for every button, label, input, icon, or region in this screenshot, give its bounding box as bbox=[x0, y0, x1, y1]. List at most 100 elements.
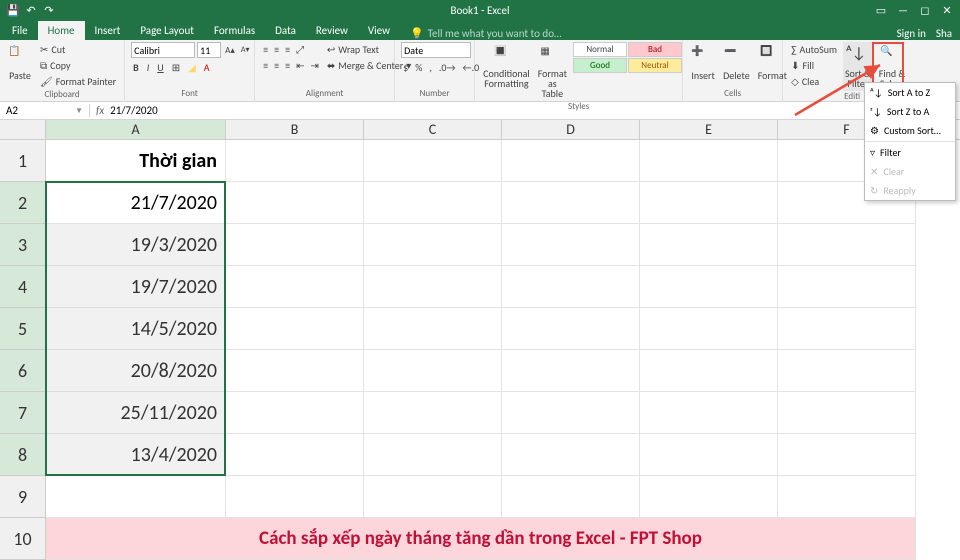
increase-font-icon[interactable]: A▴ bbox=[223, 42, 237, 58]
cell-a1-header[interactable]: Thời gian bbox=[46, 140, 226, 182]
cell[interactable] bbox=[502, 140, 640, 182]
orientation-icon[interactable]: ⤢ bbox=[294, 42, 306, 57]
cell[interactable] bbox=[778, 224, 916, 266]
cell[interactable] bbox=[226, 476, 364, 518]
cell[interactable] bbox=[364, 476, 502, 518]
font-color-button[interactable]: A bbox=[202, 60, 212, 75]
tab-formulas[interactable]: Formulas bbox=[204, 21, 265, 40]
cell[interactable] bbox=[778, 392, 916, 434]
share-button[interactable]: Sha bbox=[936, 27, 952, 40]
cell[interactable] bbox=[640, 224, 778, 266]
percent-icon[interactable]: % bbox=[413, 60, 424, 75]
cell[interactable] bbox=[364, 182, 502, 224]
cell[interactable] bbox=[502, 392, 640, 434]
col-header-E[interactable]: E bbox=[640, 120, 778, 139]
cell[interactable] bbox=[364, 266, 502, 308]
clear-button[interactable]: ◇Clea bbox=[789, 74, 839, 89]
row-header-5[interactable]: 5 bbox=[0, 308, 45, 350]
decrease-font-icon[interactable]: A▾ bbox=[239, 42, 252, 58]
tab-page-layout[interactable]: Page Layout bbox=[130, 21, 204, 40]
copy-button[interactable]: ⧉Copy bbox=[38, 58, 118, 73]
cell[interactable] bbox=[226, 224, 364, 266]
sign-in[interactable]: Sign in bbox=[897, 27, 926, 40]
tab-file[interactable]: File bbox=[2, 21, 38, 40]
redo-icon[interactable]: ↷ bbox=[42, 3, 56, 17]
cell[interactable] bbox=[502, 308, 640, 350]
increase-decimal-icon[interactable]: .0→ bbox=[437, 60, 458, 75]
cell[interactable] bbox=[226, 308, 364, 350]
cell[interactable] bbox=[640, 140, 778, 182]
delete-cells-button[interactable]: ➖Delete bbox=[721, 42, 752, 84]
save-icon[interactable]: 💾 bbox=[6, 3, 20, 17]
cell[interactable] bbox=[226, 350, 364, 392]
col-header-C[interactable]: C bbox=[364, 120, 502, 139]
ribbon-options-icon[interactable]: ▭ bbox=[874, 3, 888, 17]
name-box[interactable]: A2 ▼ bbox=[0, 104, 90, 117]
insert-cells-button[interactable]: ➕Insert bbox=[689, 42, 717, 84]
undo-icon[interactable]: ↶ bbox=[24, 3, 38, 17]
align-bottom-icon[interactable]: ≡ bbox=[283, 42, 292, 57]
bold-button[interactable]: B bbox=[131, 60, 141, 75]
cell[interactable] bbox=[226, 266, 364, 308]
cell[interactable] bbox=[640, 350, 778, 392]
cell[interactable] bbox=[778, 434, 916, 476]
col-header-D[interactable]: D bbox=[502, 120, 640, 139]
cell[interactable] bbox=[364, 308, 502, 350]
cell[interactable] bbox=[364, 350, 502, 392]
format-painter-button[interactable]: 🖌Format Painter bbox=[38, 74, 118, 89]
align-center-icon[interactable]: ≡ bbox=[272, 58, 281, 73]
paste-button[interactable]: 📋 Paste bbox=[6, 42, 34, 84]
align-top-icon[interactable]: ≡ bbox=[261, 42, 270, 57]
italic-button[interactable]: I bbox=[145, 60, 152, 75]
align-right-icon[interactable]: ≡ bbox=[283, 58, 292, 73]
tab-data[interactable]: Data bbox=[265, 21, 306, 40]
conditional-formatting-button[interactable]: 🔳 Conditional Formatting bbox=[481, 42, 532, 91]
cell[interactable] bbox=[778, 350, 916, 392]
cell[interactable] bbox=[640, 308, 778, 350]
custom-sort[interactable]: ⚙Custom Sort… bbox=[865, 121, 955, 140]
indent-decrease-icon[interactable]: ⇤ bbox=[294, 58, 306, 73]
row-header-6[interactable]: 6 bbox=[0, 350, 45, 392]
cell[interactable] bbox=[226, 182, 364, 224]
maximize-icon[interactable]: ◻ bbox=[918, 3, 932, 17]
align-middle-icon[interactable]: ≡ bbox=[272, 42, 281, 57]
sort-a-to-z[interactable]: ᴬ↓Sort A to Z bbox=[865, 83, 955, 102]
cell[interactable] bbox=[364, 140, 502, 182]
cell[interactable] bbox=[640, 476, 778, 518]
fill-color-button[interactable]: ◢ bbox=[186, 60, 198, 75]
sort-z-to-a[interactable]: ᶻ↓Sort Z to A bbox=[865, 102, 955, 121]
fx-icon[interactable]: fx bbox=[96, 104, 104, 117]
cell[interactable] bbox=[502, 224, 640, 266]
tell-me[interactable]: 💡 Tell me what you want to do… bbox=[410, 27, 562, 40]
cell[interactable] bbox=[502, 266, 640, 308]
cell[interactable] bbox=[364, 434, 502, 476]
row-header-1[interactable]: 1 bbox=[0, 140, 45, 182]
cell[interactable] bbox=[502, 350, 640, 392]
col-header-B[interactable]: B bbox=[226, 120, 364, 139]
tab-insert[interactable]: Insert bbox=[85, 21, 131, 40]
grid-cells[interactable]: Thời gian21/7/202019/3/202019/7/202014/5… bbox=[46, 140, 960, 560]
row-header-3[interactable]: 3 bbox=[0, 224, 45, 266]
cell[interactable] bbox=[502, 182, 640, 224]
currency-icon[interactable]: $ bbox=[401, 60, 410, 75]
tab-review[interactable]: Review bbox=[306, 21, 358, 40]
cell[interactable] bbox=[502, 476, 640, 518]
row-header-8[interactable]: 8 bbox=[0, 434, 45, 476]
row-header-10[interactable]: 10 bbox=[0, 518, 45, 560]
font-name-input[interactable] bbox=[131, 42, 195, 58]
cell[interactable] bbox=[778, 476, 916, 518]
autosum-button[interactable]: ∑AutoSum bbox=[789, 42, 839, 57]
close-icon[interactable]: ✕ bbox=[940, 3, 954, 17]
tab-home[interactable]: Home bbox=[38, 21, 85, 40]
cell[interactable] bbox=[778, 308, 916, 350]
cell-date[interactable]: 21/7/2020 bbox=[46, 182, 226, 224]
filter-toggle[interactable]: ▿Filter bbox=[865, 143, 955, 162]
cell[interactable] bbox=[640, 434, 778, 476]
border-button[interactable]: ⊞ bbox=[170, 60, 182, 75]
cell[interactable] bbox=[640, 182, 778, 224]
col-header-A[interactable]: A bbox=[46, 120, 226, 139]
row-header-7[interactable]: 7 bbox=[0, 392, 45, 434]
select-all-corner[interactable] bbox=[0, 120, 46, 140]
style-bad[interactable]: Bad bbox=[628, 42, 682, 57]
style-normal[interactable]: Normal bbox=[573, 42, 627, 57]
